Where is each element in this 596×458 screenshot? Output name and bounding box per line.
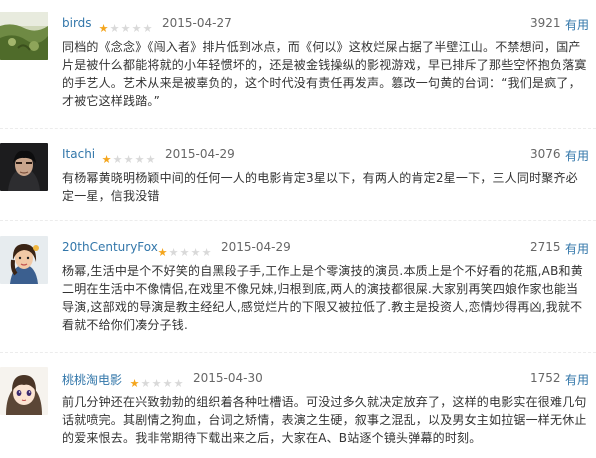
star-empty-icon: ★ <box>123 153 134 166</box>
divider <box>0 128 596 130</box>
star-empty-icon: ★ <box>190 246 201 259</box>
user-avatar[interactable] <box>0 143 48 191</box>
star-filled-icon: ★ <box>101 153 112 166</box>
review-date: 2015-04-29 <box>165 147 235 161</box>
review-text: 有杨幂黄晓明杨颖中间的任何一人的电影肯定3星以下，有两人的肯定2星一下，三人同时… <box>62 171 578 203</box>
star-empty-icon: ★ <box>140 377 151 390</box>
username-link[interactable]: 桃桃淘电影 <box>62 371 122 388</box>
star-empty-icon: ★ <box>162 377 173 390</box>
user-avatar[interactable] <box>0 236 48 284</box>
star-empty-icon: ★ <box>201 246 212 259</box>
useful-button[interactable]: 有用 <box>565 371 589 388</box>
username-link[interactable]: Itachi <box>62 147 95 161</box>
star-empty-icon: ★ <box>112 153 123 166</box>
useful-count: 2715 <box>530 240 561 254</box>
useful-count: 3076 <box>530 147 561 161</box>
rating-stars: ★★★★★ <box>98 17 153 35</box>
review-text: 前几分钟还在兴致勃勃的组织着各种吐槽语。可没过多久就决定放弃了，这样的电影实在很… <box>62 395 587 445</box>
useful-count: 3921 <box>530 16 561 30</box>
review-item: 桃桃淘电影 ★★★★★ 2015-04-30 1752 有用 前几分钟还在兴致勃… <box>0 363 596 455</box>
star-empty-icon: ★ <box>109 22 120 35</box>
useful-button[interactable]: 有用 <box>565 147 589 164</box>
rating-stars: ★★★★★ <box>101 148 156 166</box>
username-link[interactable]: 20thCenturyFox <box>62 240 158 254</box>
review-item: Itachi ★★★★★ 2015-04-29 3076 有用 有杨幂黄晓明杨颖… <box>0 139 596 209</box>
divider <box>0 220 596 222</box>
review-item: 20thCenturyFox ★★★★★ 2015-04-29 2715 有用 … <box>0 232 596 342</box>
star-empty-icon: ★ <box>151 377 162 390</box>
star-empty-icon: ★ <box>131 22 142 35</box>
divider <box>0 352 596 354</box>
useful-button[interactable]: 有用 <box>565 240 589 257</box>
star-empty-icon: ★ <box>145 153 156 166</box>
star-empty-icon: ★ <box>168 246 179 259</box>
review-text: 同档的《念念》《闯入者》排片低到冰点，而《何以》这枚烂屎占据了半壁江山。不禁想问… <box>62 40 587 108</box>
review-item: birds ★★★★★ 2015-04-27 3921 有用 同档的《念念》《闯… <box>0 8 596 112</box>
star-empty-icon: ★ <box>142 22 153 35</box>
star-filled-icon: ★ <box>157 246 168 259</box>
username-link[interactable]: birds <box>62 16 92 30</box>
rating-stars: ★★★★★ <box>129 372 184 390</box>
star-empty-icon: ★ <box>173 377 184 390</box>
useful-button[interactable]: 有用 <box>565 16 589 33</box>
star-empty-icon: ★ <box>134 153 145 166</box>
user-avatar[interactable] <box>0 367 48 415</box>
useful-count: 1752 <box>530 371 561 385</box>
star-empty-icon: ★ <box>120 22 131 35</box>
star-empty-icon: ★ <box>179 246 190 259</box>
rating-stars: ★★★★★ <box>157 241 212 259</box>
review-date: 2015-04-27 <box>162 16 232 30</box>
review-text: 杨幂,生活中是个不好笑的自黑段子手,工作上是个零演技的演员.本质上是个不好看的花… <box>62 264 583 332</box>
user-avatar[interactable] <box>0 12 48 60</box>
star-filled-icon: ★ <box>98 22 109 35</box>
review-date: 2015-04-29 <box>221 240 291 254</box>
star-filled-icon: ★ <box>129 377 140 390</box>
review-date: 2015-04-30 <box>193 371 263 385</box>
